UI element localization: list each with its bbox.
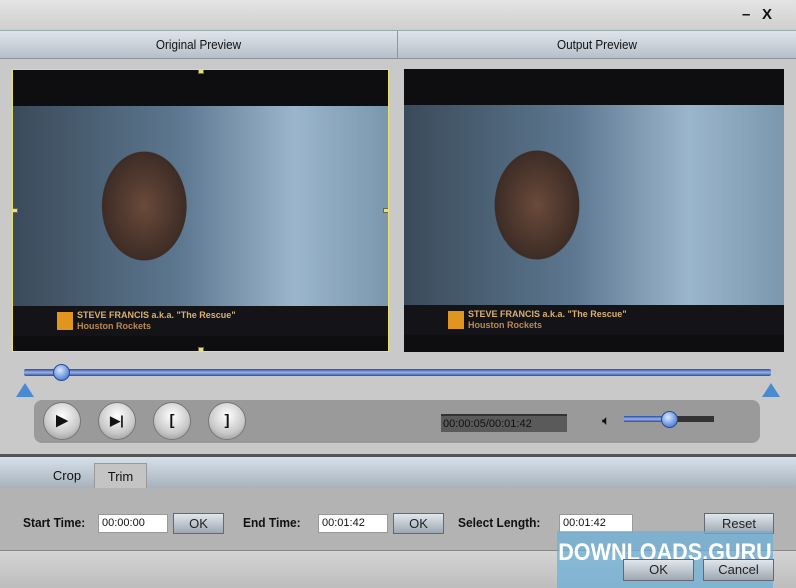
- volume-icon[interactable]: 🔈︎: [602, 412, 610, 429]
- play-button[interactable]: ▶: [43, 402, 81, 440]
- time-display: 00:00:05/00:01:42: [441, 414, 567, 432]
- original-preview-label: Original Preview: [155, 37, 242, 52]
- tab-trim[interactable]: Trim: [94, 463, 147, 488]
- end-time-input[interactable]: 00:01:42: [318, 514, 388, 533]
- crop-handle-bottom[interactable]: [198, 347, 204, 351]
- select-length-label: Select Length:: [458, 515, 541, 530]
- playback-controls: ▶ ▶| [ ] 00:00:05/00:01:42 🔈︎: [34, 400, 760, 443]
- preview-header: Original Preview Output Preview: [0, 30, 796, 59]
- reset-button[interactable]: Reset: [704, 513, 774, 534]
- crop-handle-top[interactable]: [198, 70, 204, 74]
- original-preview-video[interactable]: STEVE FRANCIS a.k.a. "The Rescue" Housto…: [12, 69, 389, 352]
- start-time-label: Start Time:: [23, 515, 86, 530]
- crop-handle-right[interactable]: [383, 208, 388, 213]
- tab-bar: Crop Trim: [0, 457, 796, 488]
- minimize-button[interactable]: –: [742, 6, 750, 23]
- video-caption: STEVE FRANCIS a.k.a. "The Rescue" Housto…: [404, 305, 784, 335]
- seek-thumb[interactable]: [53, 364, 71, 381]
- start-ok-button[interactable]: OK: [173, 513, 224, 534]
- step-frame-icon: ▶|: [110, 413, 124, 428]
- title-bar: – X: [0, 0, 796, 30]
- end-time-label: End Time:: [243, 515, 301, 530]
- volume-thumb[interactable]: [661, 411, 678, 428]
- next-frame-button[interactable]: ▶|: [98, 402, 136, 440]
- play-icon: ▶: [56, 412, 68, 429]
- crop-handle-left[interactable]: [13, 208, 18, 213]
- footer: OK Cancel: [0, 551, 796, 588]
- mark-out-button[interactable]: ]: [208, 402, 246, 440]
- trim-panel: Start Time: 00:00:00 OK End Time: 00:01:…: [0, 488, 796, 551]
- divider: [397, 31, 398, 59]
- mark-out-icon: ]: [224, 412, 230, 429]
- ok-button[interactable]: OK: [623, 559, 694, 581]
- video-caption: STEVE FRANCIS a.k.a. "The Rescue" Housto…: [13, 306, 388, 336]
- close-button[interactable]: X: [762, 6, 772, 23]
- trim-end-marker[interactable]: [762, 383, 780, 397]
- mark-in-icon: [: [169, 412, 175, 429]
- output-preview-video: STEVE FRANCIS a.k.a. "The Rescue" Housto…: [404, 69, 784, 352]
- trim-start-marker[interactable]: [16, 383, 34, 397]
- tab-crop[interactable]: Crop: [40, 463, 94, 488]
- select-length-input[interactable]: 00:01:42: [559, 514, 633, 533]
- seek-slider[interactable]: [24, 369, 771, 376]
- start-time-input[interactable]: 00:00:00: [98, 514, 168, 533]
- video-frame: [404, 105, 784, 305]
- mark-in-button[interactable]: [: [153, 402, 191, 440]
- output-preview-label: Output Preview: [557, 37, 637, 52]
- cancel-button[interactable]: Cancel: [703, 559, 774, 581]
- video-frame: [13, 106, 388, 306]
- end-ok-button[interactable]: OK: [393, 513, 444, 534]
